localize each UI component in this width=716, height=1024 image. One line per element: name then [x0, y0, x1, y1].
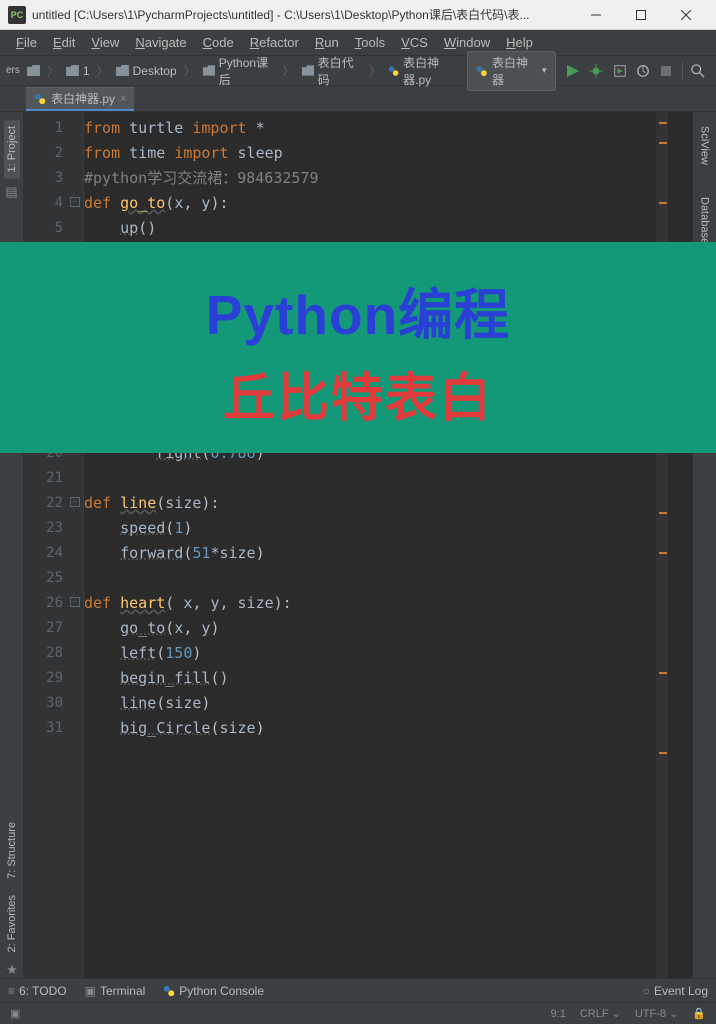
project-tool-tab[interactable]: 1: Project — [4, 120, 20, 178]
stop-button[interactable] — [656, 60, 677, 82]
favorites-tool-tab[interactable]: 2: Favorites — [4, 889, 20, 958]
code-line[interactable] — [84, 566, 692, 591]
code-line[interactable]: forward(51*size) — [84, 541, 692, 566]
line-separator[interactable]: CRLF ⌄ — [580, 1007, 621, 1020]
menu-file[interactable]: File — [8, 32, 45, 53]
editor-tabs: 表白神器.py × — [0, 86, 716, 112]
fold-toggle[interactable]: − — [70, 197, 80, 207]
python-icon — [163, 985, 175, 997]
python-icon — [476, 65, 488, 77]
breadcrumb-item[interactable]: 表白代码 — [297, 54, 367, 88]
menu-bar: FileEditViewNavigateCodeRefactorRunTools… — [0, 30, 716, 56]
menu-tools[interactable]: Tools — [347, 32, 393, 53]
menu-run[interactable]: Run — [307, 32, 347, 53]
code-line[interactable]: −def go_to(x, y): — [84, 191, 692, 216]
code-line[interactable]: from time import sleep — [84, 141, 692, 166]
cursor-position[interactable]: 9:1 — [551, 1008, 566, 1020]
sciview-tool-tab[interactable]: SciView — [697, 120, 713, 171]
code-line[interactable]: −def heart( x, y, size): — [84, 591, 692, 616]
terminal-tool-tab[interactable]: ▣Terminal — [85, 984, 146, 998]
code-line[interactable]: go_to(x, y) — [84, 616, 692, 641]
coverage-button[interactable] — [609, 60, 630, 82]
code-line[interactable]: up() — [84, 216, 692, 241]
breadcrumb-item[interactable]: Python课后 — [198, 54, 281, 88]
overlay-title-2: 丘比特表白 — [0, 356, 716, 431]
close-tab-icon[interactable]: × — [120, 93, 126, 105]
status-bar: ▣ 9:1 CRLF ⌄ UTF-8 ⌄ 🔒 — [0, 1002, 716, 1024]
fold-toggle[interactable]: − — [70, 497, 80, 507]
breadcrumb-item[interactable]: 表白神器.py — [383, 54, 467, 88]
window-title: untitled [C:\Users\1\PycharmProjects\unt… — [32, 6, 573, 23]
menu-code[interactable]: Code — [195, 32, 242, 53]
menu-refactor[interactable]: Refactor — [242, 32, 307, 53]
event-log-button[interactable]: ○Event Log — [643, 984, 708, 998]
close-button[interactable] — [663, 0, 708, 30]
breadcrumb-item[interactable] — [22, 65, 45, 76]
editor-tab[interactable]: 表白神器.py × — [26, 87, 134, 111]
todo-tool-tab[interactable]: ≡6: TODO — [8, 984, 67, 998]
menu-view[interactable]: View — [83, 32, 127, 53]
menu-navigate[interactable]: Navigate — [127, 32, 194, 53]
code-line[interactable]: speed(1) — [84, 516, 692, 541]
debug-button[interactable] — [586, 60, 607, 82]
bottom-tool-stripe: ≡6: TODO ▣Terminal Python Console ○Event… — [0, 978, 716, 1002]
code-line[interactable]: line(size) — [84, 691, 692, 716]
navigation-bar: ers 〉1〉Desktop〉Python课后〉表白代码〉表白神器.py 表白神… — [0, 56, 716, 86]
menu-edit[interactable]: Edit — [45, 32, 83, 53]
file-encoding[interactable]: UTF-8 ⌄ — [635, 1007, 678, 1020]
structure-tool-tab[interactable]: 7: Structure — [4, 816, 20, 885]
overlay-title-1: Python编程 — [0, 270, 716, 350]
code-line[interactable]: left(150) — [84, 641, 692, 666]
menu-help[interactable]: Help — [498, 32, 541, 53]
fold-toggle[interactable]: − — [70, 597, 80, 607]
run-button[interactable] — [563, 60, 584, 82]
window-titlebar: PC untitled [C:\Users\1\PycharmProjects\… — [0, 0, 716, 30]
code-line[interactable]: from turtle import * — [84, 116, 692, 141]
profile-button[interactable] — [632, 60, 653, 82]
maximize-button[interactable] — [618, 0, 663, 30]
project-icon[interactable]: ▤ — [4, 184, 20, 200]
star-icon: ★ — [4, 962, 20, 978]
menu-window[interactable]: Window — [436, 32, 498, 53]
tool-window-toggle[interactable]: ▣ — [10, 1007, 20, 1020]
code-line[interactable]: big_Circle(size) — [84, 716, 692, 741]
python-file-icon — [34, 93, 46, 105]
menu-vcs[interactable]: VCS — [393, 32, 436, 53]
minimize-button[interactable] — [573, 0, 618, 30]
code-line[interactable] — [84, 466, 692, 491]
breadcrumb-item[interactable]: Desktop — [111, 64, 182, 78]
code-line[interactable]: #python学习交流裙：984632579 — [84, 166, 692, 191]
lock-icon[interactable]: 🔒 — [692, 1007, 706, 1020]
code-line[interactable]: −def line(size): — [84, 491, 692, 516]
breadcrumb-item[interactable]: 1 — [61, 64, 95, 78]
python-console-tool-tab[interactable]: Python Console — [163, 984, 264, 998]
promo-overlay: Python编程 丘比特表白 — [0, 242, 716, 453]
app-icon: PC — [8, 6, 26, 24]
code-line[interactable]: begin_fill() — [84, 666, 692, 691]
run-config-selector[interactable]: 表白神器 ▾ — [467, 51, 555, 91]
search-button[interactable] — [688, 60, 709, 82]
